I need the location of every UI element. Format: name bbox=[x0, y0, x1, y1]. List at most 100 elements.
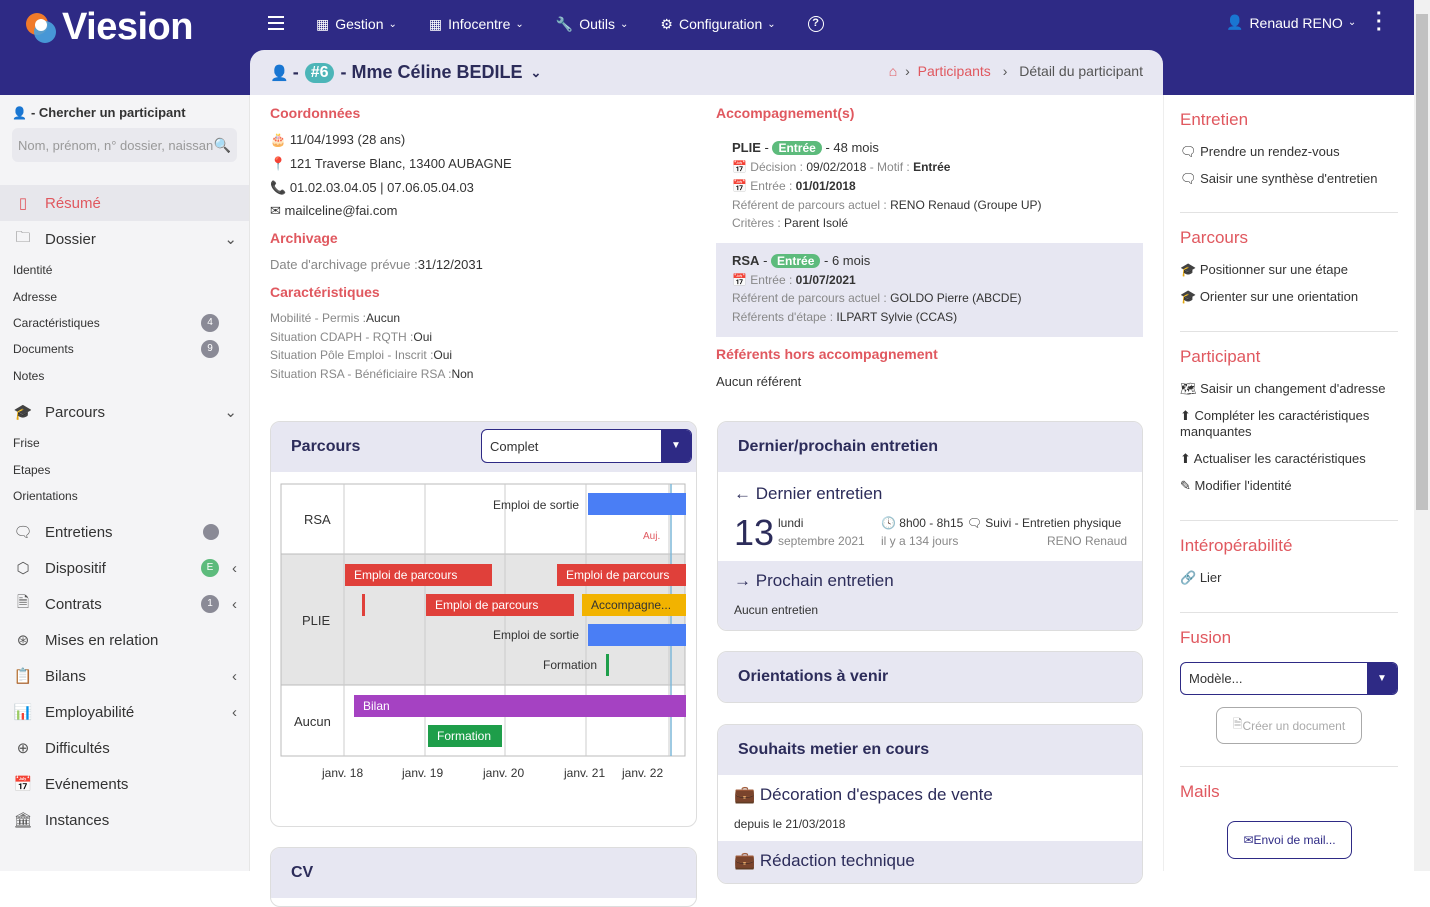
plie-header[interactable]: PLIE - Entrée - 48 mois bbox=[732, 140, 879, 155]
breadcrumb-participants[interactable]: Participants bbox=[918, 63, 991, 79]
chevron-left-icon: ‹ bbox=[232, 703, 237, 721]
search-icon[interactable]: 🔍 bbox=[214, 137, 231, 154]
home-icon[interactable]: ⌂ bbox=[889, 63, 897, 79]
prochain-entretien-title: → Prochain entretien bbox=[734, 571, 894, 591]
action-label: Orienter sur une orientation bbox=[1199, 289, 1359, 304]
carac-label: Mobilité - Permis : bbox=[270, 311, 367, 325]
sidebar-sub-etapes[interactable]: Etapes bbox=[13, 463, 50, 477]
breadcrumb-separator: › bbox=[905, 63, 910, 79]
nav-infocentre[interactable]: ▦ Infocentre ⌄ bbox=[429, 16, 524, 33]
sidebar-sub-frise[interactable]: Frise bbox=[13, 436, 40, 450]
send-mail-button[interactable]: ✉ Envoi de mail... bbox=[1227, 821, 1352, 859]
sidebar-sub-caracteristiques[interactable]: Caractéristiques bbox=[13, 316, 100, 330]
table-icon: ▦ bbox=[428, 15, 443, 32]
archivage-value: 31/12/2031 bbox=[417, 257, 483, 272]
page-scrollbar[interactable] bbox=[1414, 0, 1430, 871]
rsa-refe-label: Référents d'étape : bbox=[732, 310, 834, 324]
fusion-model-select[interactable]: Modèle... ▼ bbox=[1180, 662, 1398, 695]
bar-emploi-parcours-short[interactable] bbox=[362, 594, 365, 616]
link-icon: 🔗 bbox=[1180, 570, 1200, 585]
wrench-icon: 🔧 bbox=[555, 15, 574, 32]
sidebar-sub-orientations[interactable]: Orientations bbox=[13, 489, 78, 503]
sidebar-item-parcours[interactable]: 🎓 Parcours ⌄ bbox=[0, 394, 249, 430]
sidebar-item-dossier[interactable]: 🗀 Dossier ⌄ bbox=[0, 221, 249, 257]
action-label: Modifier l'identité bbox=[1194, 478, 1292, 493]
participant-search-input[interactable]: Nom, prénom, n° dossier, naissance 🔍 bbox=[12, 128, 237, 162]
action-positionner-etape[interactable]: 🎓 Positionner sur une étape bbox=[1180, 262, 1405, 278]
sidebar-item-employabilite[interactable]: 📊 Employabilité ‹ bbox=[0, 694, 249, 730]
file-icon: 🗎 bbox=[16, 593, 30, 611]
carac-value: Aucun bbox=[366, 311, 401, 325]
sidebar-item-label: Evénements bbox=[45, 775, 129, 793]
action-completer-caracteristiques[interactable]: ⬆ Compléter les caractéristiques manquan… bbox=[1180, 408, 1405, 440]
action-label: Saisir une synthèse d'entretien bbox=[1200, 171, 1378, 186]
parcours-filter-select[interactable]: Complet ▼ bbox=[481, 429, 692, 463]
participant-title[interactable]: 👤 - #6 - Mme Céline BEDILE ⌄ bbox=[270, 62, 541, 83]
nav-gestion[interactable]: ▦ Gestion ⌄ bbox=[316, 16, 397, 33]
orientations-card-header: Orientations à venir bbox=[718, 652, 1142, 702]
sidebar-item-resume[interactable]: ▯ Résumé bbox=[0, 185, 249, 221]
action-modifier-identite[interactable]: ✎ Modifier l'identité bbox=[1180, 478, 1405, 494]
sidebar-sub-adresse[interactable]: Adresse bbox=[13, 290, 57, 304]
action-orienter[interactable]: 🎓 Orienter sur une orientation bbox=[1180, 289, 1405, 305]
send-mail-label: Envoi de mail... bbox=[1253, 833, 1336, 847]
plie-entree-value: 01/01/2018 bbox=[795, 179, 856, 193]
sidebar-sub-identite[interactable]: Identité bbox=[13, 263, 52, 277]
bar-emploi-sortie-plie[interactable] bbox=[588, 624, 686, 646]
caracteristiques-title: Caractéristiques bbox=[270, 284, 380, 300]
hamburger-icon[interactable] bbox=[268, 16, 284, 30]
tick-label: janv. 18 bbox=[321, 766, 363, 780]
sidebar-item-difficultes[interactable]: ⊕ Difficultés bbox=[0, 730, 249, 766]
bar-bilan[interactable] bbox=[354, 695, 686, 717]
chevron-down-icon: ⌄ bbox=[620, 18, 629, 30]
sidebar-item-evenements[interactable]: 📅 Evénements bbox=[0, 766, 249, 802]
help-button[interactable]: ? bbox=[807, 16, 830, 32]
nav-outils[interactable]: 🔧 Outils ⌄ bbox=[556, 16, 629, 33]
sidebar-sub-notes[interactable]: Notes bbox=[13, 369, 44, 383]
sidebar-item-mises-en-relation[interactable]: ⊛ Mises en relation bbox=[0, 622, 249, 658]
action-changement-adresse[interactable]: 🗺 Saisir un changement d'adresse bbox=[1180, 381, 1405, 397]
tick-label: janv. 21 bbox=[563, 766, 605, 780]
action-label: Compléter les caractéristiques manquante… bbox=[1180, 408, 1370, 439]
bar-emploi-sortie-rsa[interactable] bbox=[588, 493, 686, 515]
sidebar-sub-documents[interactable]: Documents bbox=[13, 342, 74, 356]
main-nav: ▦ Gestion ⌄ ▦ Infocentre ⌄ 🔧 Outils ⌄ ⚙ Configu… bbox=[316, 12, 862, 36]
user-menu[interactable]: 👤 Renaud RENO ⌄ bbox=[1226, 14, 1356, 31]
action-prendre-rdv[interactable]: 🗨 Prendre un rendez-vous bbox=[1180, 144, 1405, 160]
summary-icon: ▯ bbox=[18, 195, 28, 212]
more-options-icon[interactable]: · · · bbox=[1376, 4, 1383, 40]
sidebar-item-entretiens[interactable]: 🗨 Entretiens bbox=[0, 514, 249, 550]
souhait-item-2-block: 💼 Rédaction technique bbox=[718, 841, 1142, 883]
create-document-button[interactable]: 🗎 Créer un document bbox=[1216, 707, 1362, 744]
sidebar-item-bilans[interactable]: 📋 Bilans ‹ bbox=[0, 658, 249, 694]
divider bbox=[1180, 212, 1398, 213]
today-label: Auj. bbox=[643, 531, 660, 542]
cv-card-header: CV bbox=[271, 848, 696, 898]
souhait-label: Décoration d'espaces de vente bbox=[759, 785, 993, 804]
calendar-icon: 📅 bbox=[732, 160, 751, 174]
referents-hors-title: Référents hors accompagnement bbox=[716, 346, 938, 362]
referents-hors-value: Aucun référent bbox=[716, 374, 802, 389]
rsa-header[interactable]: RSA - Entrée - 6 mois bbox=[732, 253, 870, 268]
souhaits-card-title: Souhaits metier en cours bbox=[738, 741, 930, 758]
action-saisir-synthese[interactable]: 🗨 Saisir une synthèse d'entretien bbox=[1180, 171, 1405, 187]
breadcrumb: ⌂ › Participants › Détail du participant bbox=[889, 63, 1143, 79]
sidebar-item-contrats[interactable]: 🗎 Contrats 1 ‹ bbox=[0, 586, 249, 622]
nav-configuration[interactable]: ⚙ Configuration ⌄ bbox=[660, 16, 775, 33]
scrollbar-thumb[interactable] bbox=[1416, 14, 1428, 510]
carac-label: Situation RSA - Bénéficiaire RSA : bbox=[270, 367, 452, 381]
sidebar-item-label: Employabilité bbox=[45, 703, 135, 721]
coordonnees-title: Coordonnées bbox=[270, 105, 361, 121]
chevron-left-icon: ‹ bbox=[232, 667, 237, 685]
action-lier[interactable]: 🔗 Lier bbox=[1180, 570, 1405, 586]
cake-icon: 🎂 bbox=[270, 132, 290, 147]
sidebar-item-dispositif[interactable]: ⬡ Dispositif E ‹ bbox=[0, 550, 249, 586]
rsa-refe-value: ILPART Sylvie (CCAS) bbox=[836, 310, 958, 324]
prochain-entretien-label: Prochain entretien bbox=[755, 571, 894, 590]
action-actualiser-caracteristiques[interactable]: ⬆ Actualiser les caractéristiques bbox=[1180, 451, 1405, 467]
arrow-left-icon: ← bbox=[734, 484, 756, 503]
app-logo[interactable]: Viesion bbox=[26, 6, 193, 49]
bar-formation-short[interactable] bbox=[606, 654, 609, 676]
sidebar-item-instances[interactable]: 🏛 Instances bbox=[0, 802, 249, 838]
graduation-cap-icon: 🎓 bbox=[1180, 289, 1200, 304]
